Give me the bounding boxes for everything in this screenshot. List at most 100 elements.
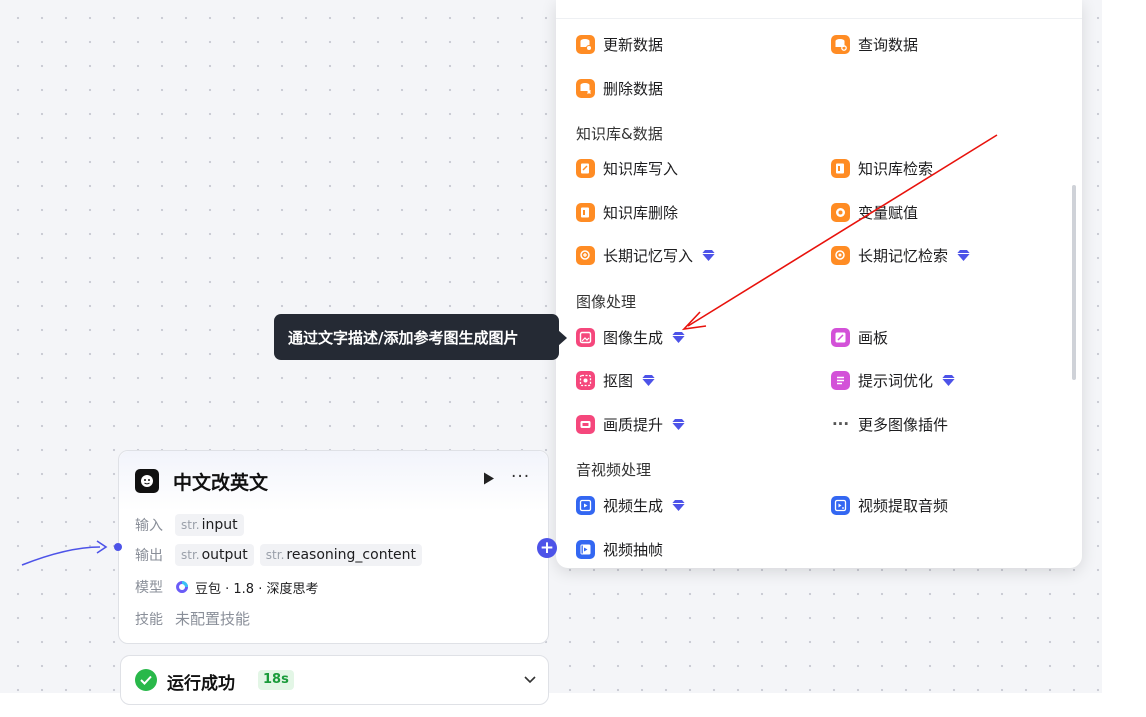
type-prefix: str. [181, 548, 200, 562]
delete-data-icon [576, 78, 595, 98]
cutout-icon [576, 370, 595, 390]
palette-item-label: 视频提取音频 [858, 496, 949, 515]
doubao-model-icon [176, 581, 189, 593]
palette-item-knowledge-write[interactable]: 知识库写入 [576, 154, 678, 182]
palette-item-label: 变量赋值 [858, 203, 919, 222]
palette-item-label: 抠图 [603, 371, 634, 390]
llm-node-icon [135, 469, 159, 493]
palette-item-image-generate[interactable]: 图像生成 [576, 323, 686, 351]
skill-label: 技能 [135, 611, 163, 628]
video-frame-icon [576, 539, 595, 559]
video-generate-icon [576, 495, 595, 515]
node-palette-panel: 更新数据 查询数据 删除数据 知识库&数据 知识库写入 知识库检索 知识库删除 … [556, 0, 1082, 568]
palette-item-label: 视频抽帧 [603, 540, 664, 559]
palette-item-label: 查询数据 [858, 35, 919, 54]
premium-gem-icon [672, 331, 686, 343]
premium-gem-icon [702, 249, 716, 261]
success-check-icon [135, 669, 157, 691]
image-generate-icon [576, 327, 595, 347]
chevron-down-icon[interactable] [523, 672, 537, 686]
memory-search-icon [831, 245, 850, 265]
node-skill-row: 技能 未配置技能 [135, 608, 250, 629]
type-prefix: str. [181, 518, 200, 532]
page-margin-right [1102, 0, 1146, 717]
section-audio-video: 音视频处理 [576, 461, 652, 479]
palette-item-label: 长期记忆检索 [858, 246, 949, 265]
palette-item-label: 提示词优化 [858, 371, 934, 390]
palette-item-knowledge-search[interactable]: 知识库检索 [831, 154, 933, 182]
llm-node-card[interactable]: 中文改英文 ··· 输入 str. input 输出 str. output str… [118, 450, 549, 644]
node-model-row: 模型 豆包 · 1.8 · 深度思考 [135, 577, 318, 597]
palette-item-variable-assign[interactable]: 变量赋值 [831, 198, 918, 226]
palette-item-knowledge-delete[interactable]: 知识库删除 [576, 198, 678, 226]
prompt-optimize-icon [831, 370, 850, 390]
query-data-icon [831, 34, 850, 54]
run-duration-badge: 18s [258, 670, 294, 690]
palette-item-label: 知识库写入 [603, 159, 679, 178]
palette-item-delete-data[interactable]: 删除数据 [576, 74, 663, 102]
palette-item-label: 知识库删除 [603, 203, 679, 222]
play-icon [484, 472, 494, 485]
node-input-row: 输入 str. input [135, 514, 250, 536]
premium-gem-icon [642, 374, 656, 386]
more-icon: ··· [831, 415, 850, 433]
run-status-text: 运行成功 [167, 674, 235, 694]
palette-item-memory-write[interactable]: 长期记忆写入 [576, 241, 716, 269]
palette-item-label: 画板 [858, 328, 889, 347]
variable-assign-icon [831, 202, 850, 222]
update-data-icon [576, 34, 595, 54]
variable-name: output [201, 547, 248, 563]
palette-item-more-image-plugins[interactable]: ··· 更多图像插件 [831, 410, 948, 438]
section-knowledge-data: 知识库&数据 [576, 125, 663, 143]
palette-item-label: 画质提升 [603, 415, 664, 434]
palette-item-label: 视频生成 [603, 496, 664, 515]
memory-write-icon [576, 245, 595, 265]
palette-item-label: 长期记忆写入 [603, 246, 694, 265]
section-image-processing: 图像处理 [576, 293, 637, 311]
model-label: 模型 [135, 580, 163, 596]
node-more-button[interactable]: ··· [511, 467, 530, 487]
tooltip-image-generate: 通过文字描述/添加参考图生成图片 [274, 314, 559, 360]
palette-item-update-data[interactable]: 更新数据 [576, 30, 663, 58]
variable-name: input [201, 517, 238, 533]
palette-item-label: 更新数据 [603, 35, 664, 54]
palette-item-label: 删除数据 [603, 79, 664, 98]
palette-item-label: 知识库检索 [858, 159, 934, 178]
premium-gem-icon [672, 499, 686, 511]
panel-divider [556, 18, 1082, 19]
output-variable-tag: str. output [175, 544, 254, 566]
variable-name: reasoning_content [286, 547, 417, 563]
canvas-board-icon [831, 327, 850, 347]
model-value: 豆包 · 1.8 · 深度思考 [195, 581, 319, 597]
palette-item-prompt-optimize[interactable]: 提示词优化 [831, 366, 956, 394]
palette-item-canvas-board[interactable]: 画板 [831, 323, 888, 351]
add-next-node-button[interactable]: + [537, 538, 557, 558]
run-status-card[interactable]: 运行成功 18s [120, 655, 549, 705]
knowledge-delete-icon [576, 202, 595, 222]
input-label: 输入 [135, 518, 163, 534]
palette-item-hd-upscale[interactable]: 画质提升 [576, 410, 686, 438]
premium-gem-icon [942, 374, 956, 386]
knowledge-write-icon [576, 158, 595, 178]
premium-gem-icon [957, 249, 971, 261]
video-audio-icon [831, 495, 850, 515]
palette-item-label: 更多图像插件 [858, 415, 949, 434]
palette-item-memory-search[interactable]: 长期记忆检索 [831, 241, 971, 269]
hd-upscale-icon [576, 414, 595, 434]
node-output-row: 输出 str. output str. reasoning_content [135, 544, 428, 566]
palette-item-video-generate[interactable]: 视频生成 [576, 491, 686, 519]
node-input-port[interactable] [114, 543, 122, 551]
output-label: 输出 [135, 548, 163, 564]
tooltip-arrow [558, 330, 567, 346]
palette-item-cutout[interactable]: 抠图 [576, 366, 656, 394]
palette-item-video-frame[interactable]: 视频抽帧 [576, 535, 663, 563]
skill-value: 未配置技能 [175, 610, 251, 628]
input-variable-tag: str. input [175, 514, 244, 536]
panel-scrollbar[interactable] [1072, 185, 1076, 380]
premium-gem-icon [672, 418, 686, 430]
palette-item-video-extract-audio[interactable]: 视频提取音频 [831, 491, 948, 519]
output-variable-tag: str. reasoning_content [259, 544, 423, 566]
palette-item-query-data[interactable]: 查询数据 [831, 30, 918, 58]
palette-item-label: 图像生成 [603, 328, 664, 347]
run-node-button[interactable] [483, 471, 495, 489]
